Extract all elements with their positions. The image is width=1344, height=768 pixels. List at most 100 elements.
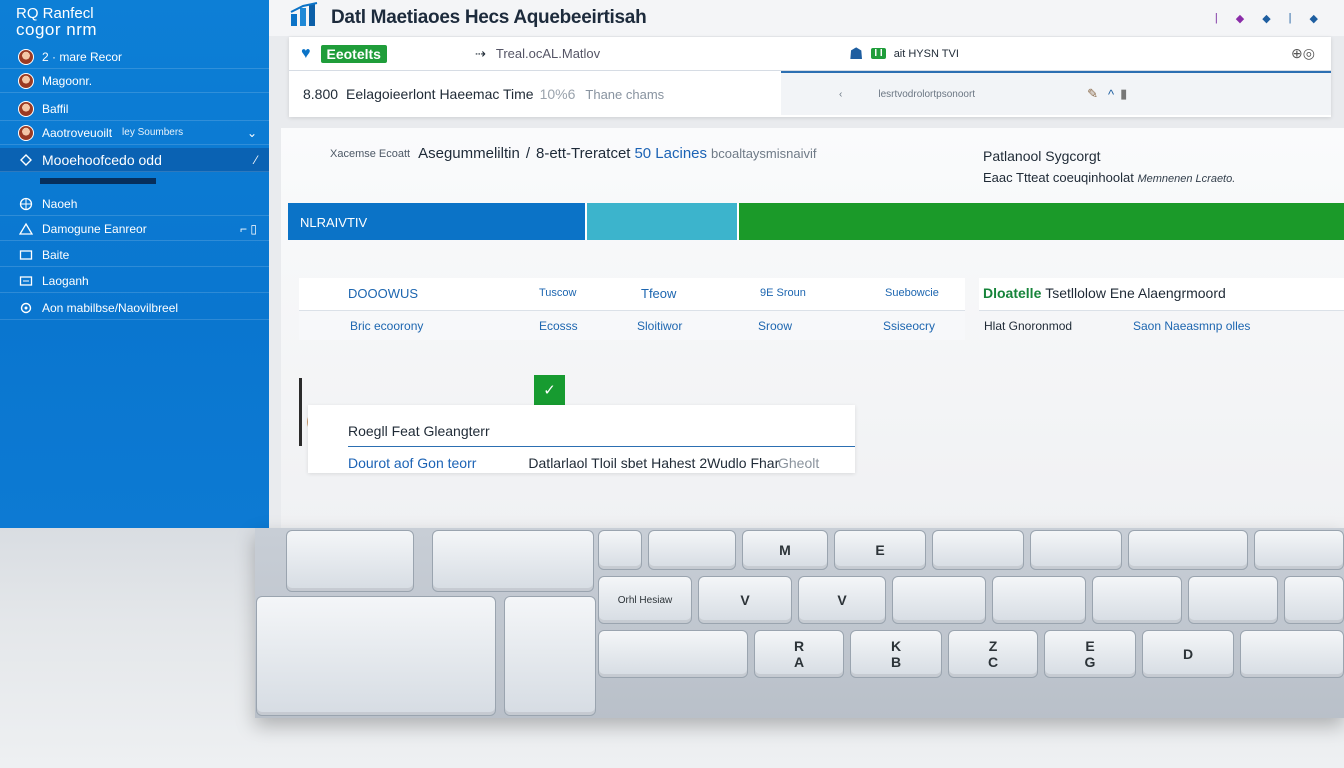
caret-up-icon[interactable]: ^ [1108,87,1114,102]
document-title: Roegll Feat Gleangterr [348,423,490,439]
ok-badge: I I [871,48,886,59]
data-table: DOOOWUS Tuscow Tfeow 9E Sroun Suebowcie … [299,278,965,340]
sidebar-item-6[interactable]: Naoeh [0,192,269,216]
tab-results[interactable]: ♥ Eeotelts [301,44,387,63]
keyboard-key [256,596,496,716]
sidebar-item-3[interactable]: Baffil [0,97,269,121]
summary-title-green: Dloatelle [983,285,1042,301]
headline-text: Asegummeliltin [418,145,520,162]
sidebar-item-label: Baite [42,247,70,262]
search-input[interactable]: 8.800 Eelagoieerlont Haeemac Time 10%6 T… [289,73,781,115]
summary-row-left: Hlat Gnoronmod [984,319,1073,333]
headline: Xacemse Ecoatt Asegummeliltin / 8-ett-Tr… [330,145,817,162]
back-arrow-icon[interactable]: ⇢ [475,46,486,62]
keyboard-key-d: D [1142,630,1234,678]
user-group-icon: ☗ [849,45,864,63]
globe-icon [18,196,34,212]
keyboard-key-labeled: Orhl Hesiaw [598,576,692,624]
sidebar-item-2[interactable]: Magoonr. [0,69,269,93]
keyboard-key-e: E G [1044,630,1136,678]
user-avatar-icon [18,100,34,117]
status-bar-segment [584,203,737,240]
summary-row-right: Saon Naeasmnp olles [1133,319,1251,333]
ring-icons[interactable]: ⊕◎ [1291,45,1315,62]
key-label-bottom: B [890,654,902,670]
table-cell: Ecosss [539,318,578,333]
tab-secondary-label: ait HYSN TVI [893,47,959,60]
tab-secondary[interactable]: ☗ I I ait HYSN TVI [849,44,959,64]
grid-icon[interactable]: ⌐ ▯ [240,222,257,236]
keyboard-key [932,530,1024,570]
check-icon[interactable]: ✓ [534,375,565,405]
sidebar-item-5[interactable]: Mooehoofcedo odd ⁄ [0,148,269,172]
sidebar-item-9[interactable]: Laoganh [0,269,269,293]
table-header-cell[interactable]: DOOOWUS [348,286,418,301]
warning-icon [18,221,34,237]
document-meta-tail: Gheolt [778,455,820,471]
document-divider [348,446,855,447]
sidebar-item-label: Aaotroveuoilt [42,125,113,140]
info-title: Patlanool Sygcorgt [983,148,1101,164]
summary-card: Dloatelle Tsetllolow Ene Alaengrmoord Hl… [979,278,1344,340]
info-subtitle: Eaac Ttteat coeuqinhoolat Memnenen Lcrae… [983,170,1235,185]
keyboard-key-z: Z C [948,630,1038,678]
sidebar-item-label: Baffil [42,101,69,116]
diamond-icon[interactable]: ◆ [1310,12,1318,25]
table-header-cell[interactable]: Tfeow [641,286,676,301]
sidebar-item-label: Naoeh [42,196,78,211]
keyboard-key [1128,530,1248,570]
headline-muted: bcoaltaysmisnaivif [711,146,817,161]
query-hint: Thane chams [585,86,665,102]
menu-icon[interactable]: | [1215,12,1218,25]
query-number: 8.800 [303,86,339,102]
edit-icon[interactable]: ⁄ [255,153,257,167]
sidebar-item-4[interactable]: Aaotroveuoilt ley Soumbers ⌄ [0,121,269,145]
heart-icon: ♥ [301,44,311,62]
collapse-icon[interactable]: ‹ [839,89,842,100]
filter-row: ‹ lesrtvodrolortpsonoort ✎ ^ ▮ [781,73,1331,115]
sidebar-item-8[interactable]: Baite [0,243,269,267]
key-label-top: Z [988,638,998,654]
keyboard-key [598,630,748,678]
key-label-bottom: C [987,654,999,670]
headline-small: Xacemse Ecoatt [330,147,411,160]
keyboard-key [286,530,414,592]
title-bar: Datl Maetiaoes Hecs Aquebeeirtisah | ◆ ◆… [269,0,1344,36]
document-link[interactable]: Dourot aof Gon teorr [348,455,476,471]
document-meta: Datlarlaol Tloil sbet Hahest 2Wudlo Fhar [528,455,780,471]
sidebar-item-label: 2 · mare Recor [42,49,123,64]
summary-row[interactable]: Hlat Gnoronmod Saon Naeasmnp olles [979,310,1344,340]
document-card[interactable]: Roegll Feat Gleangterr Dourot aof Gon te… [308,405,855,473]
pin-icon[interactable]: ✎ [1087,86,1098,102]
address-field[interactable]: Treal.ocAL.Matlov [496,46,600,61]
sidebar-item-label: Damogune Eanreor [42,221,147,236]
key-label-top: R [793,638,805,654]
table-header-cell[interactable]: Suebowcie [885,287,939,299]
keyboard-key-m: M [742,530,828,570]
separator-icon: | [1288,12,1292,24]
blue-dot-icon[interactable]: ◆ [1262,12,1270,25]
keyboard-key [1284,576,1344,624]
sidebar-item-7[interactable]: Damogune Eanreor ⌐ ▯ [0,217,269,241]
purple-dot-icon[interactable]: ◆ [1236,12,1244,25]
table-header-cell[interactable]: 9E Sroun [760,287,806,299]
summary-title-rest: Tsetllolow Ene Alaengrmoord [1045,285,1226,301]
keyboard-key-k: K B [850,630,942,678]
bar-chart-logo-icon [290,2,318,26]
app-title: Datl Maetiaoes Hecs Aquebeeirtisah [331,7,647,28]
sidebar-item-label: Mooehoofcedo odd [42,151,162,168]
sidebar-item-10[interactable]: Aon mabilbse/Naovilbreel [0,296,269,320]
panel-icon[interactable]: ▮ [1120,86,1127,102]
table-row[interactable]: Bric ecoorony Ecosss Sloitiwor Sroow Ssi… [299,310,965,340]
sidebar-item-label: Laoganh [42,273,89,288]
brand-line2: cogor nrm [16,20,98,39]
sidebar-item-1[interactable]: 2 · mare Recor [0,45,269,69]
query-suffix: 10%6 [539,86,576,102]
keyboard-key [648,530,736,570]
chevron-icon[interactable]: ⌄ [247,126,257,140]
keyboard-key [1188,576,1278,624]
headline-accent[interactable]: 50 Lacines [634,145,707,162]
keyboard-key [1030,530,1122,570]
table-header-cell[interactable]: Tuscow [539,287,577,299]
window-controls: | ◆ ◆ | ◆ [1215,12,1318,25]
